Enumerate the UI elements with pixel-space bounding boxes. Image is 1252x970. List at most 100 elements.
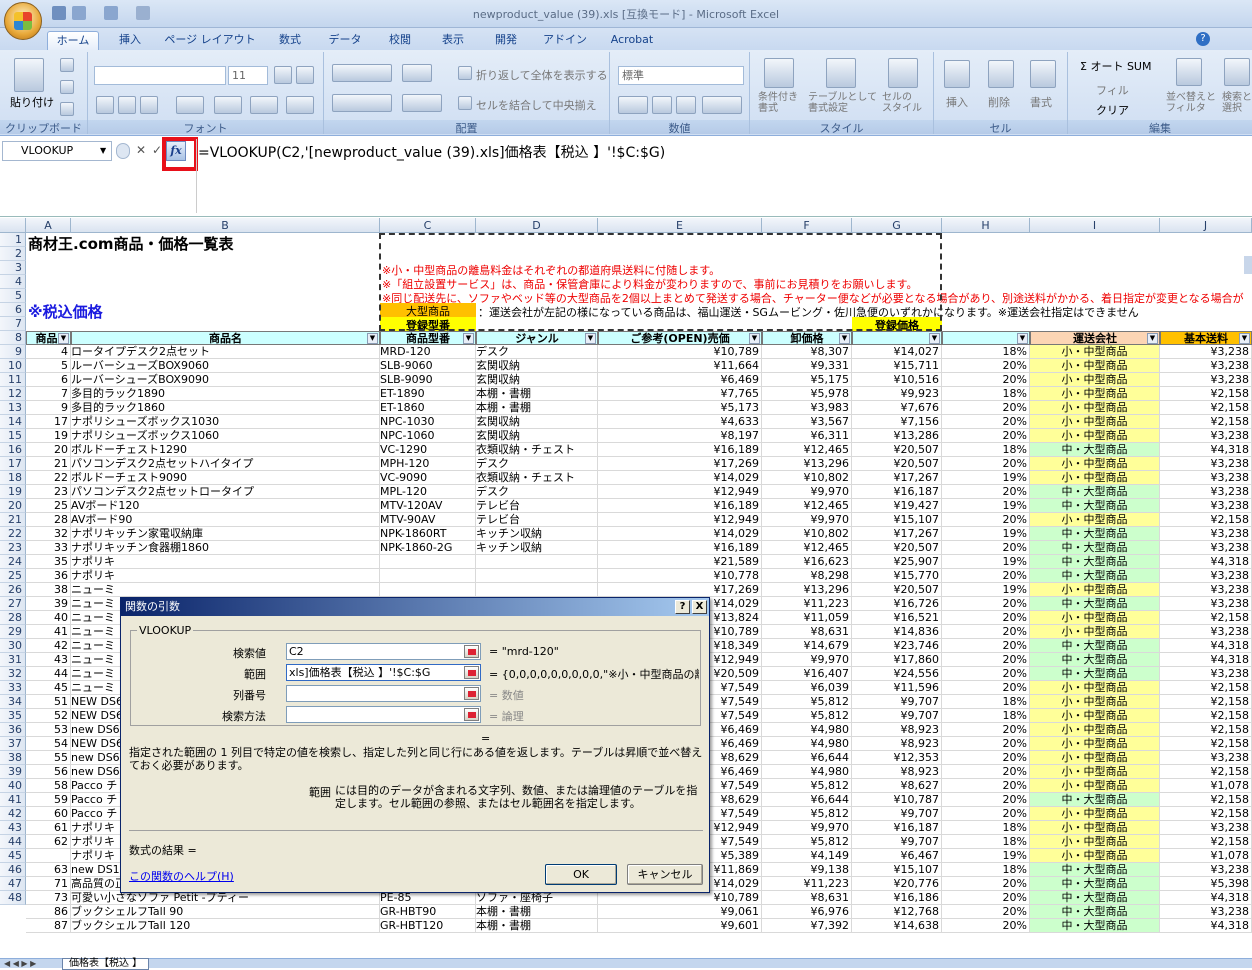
table-cell[interactable]: NPK-1860RT	[380, 527, 476, 541]
table-cell[interactable]: ¥19,427	[852, 499, 942, 513]
row-header[interactable]: 29	[0, 625, 26, 639]
table-cell[interactable]: ¥5,812	[762, 709, 852, 723]
help-icon[interactable]: ?	[1196, 32, 1210, 46]
column-header[interactable]: I	[1030, 218, 1160, 233]
table-cell[interactable]: 4	[26, 345, 71, 359]
delete-button[interactable]: 削除	[988, 94, 1010, 110]
table-cell[interactable]: ¥4,980	[762, 765, 852, 779]
table-cell[interactable]: AVボード120	[71, 499, 380, 513]
table-cell[interactable]: 小・中型商品	[1030, 709, 1160, 723]
table-cell[interactable]: 中・大型商品	[1030, 499, 1160, 513]
table-cell[interactable]: ¥12,465	[762, 443, 852, 457]
table-cell[interactable]: ¥16,623	[762, 555, 852, 569]
tab-insert[interactable]: 挿入	[110, 31, 150, 50]
table-cell[interactable]: 36	[26, 569, 71, 583]
table-cell[interactable]: ¥10,778	[598, 569, 762, 583]
grow-font-icon[interactable]	[274, 66, 292, 84]
table-cell[interactable]: ¥8,923	[852, 723, 942, 737]
collapse-dialog-icon[interactable]	[464, 687, 479, 700]
decimal-icon[interactable]	[702, 96, 742, 114]
vertical-align-icon[interactable]	[332, 64, 392, 82]
fill-button[interactable]: フィル	[1096, 82, 1129, 98]
table-header[interactable]: 商品名 ▼	[71, 331, 380, 345]
lookup-value-input[interactable]: C2	[286, 643, 481, 660]
table-cell[interactable]: 87	[26, 919, 71, 933]
wrap-text-icon[interactable]	[458, 66, 472, 80]
table-cell[interactable]: ¥4,149	[762, 849, 852, 863]
table-cell[interactable]: 玄関収納	[476, 429, 598, 443]
table-cell[interactable]: ¥16,407	[762, 667, 852, 681]
table-cell[interactable]: 58	[26, 779, 71, 793]
table-cell[interactable]: AVボード90	[71, 513, 380, 527]
row-header[interactable]: 21	[0, 513, 26, 527]
table-cell[interactable]: ¥2,158	[1160, 401, 1252, 415]
row-header[interactable]: 34	[0, 695, 26, 709]
table-cell[interactable]: 小・中型商品	[1030, 723, 1160, 737]
row-header[interactable]: 1	[0, 233, 26, 247]
table-cell[interactable]: ¥6,311	[762, 429, 852, 443]
row-header[interactable]: 8	[0, 331, 26, 345]
filter-dropdown-icon[interactable]: ▼	[749, 333, 760, 344]
table-cell[interactable]: 9	[26, 401, 71, 415]
table-cell[interactable]: ¥9,707	[852, 695, 942, 709]
function-help-link[interactable]: この関数のヘルプ(H)	[129, 868, 234, 884]
table-cell[interactable]: 小・中型商品	[1030, 849, 1160, 863]
table-cell[interactable]: 玄関収納	[476, 415, 598, 429]
table-cell[interactable]: 可愛い小さなソファ Petit -プティー	[71, 891, 380, 905]
table-header[interactable]: 商品I ▼	[26, 331, 71, 345]
table-cell[interactable]: 19%	[942, 583, 1030, 597]
table-cell[interactable]: 20%	[942, 919, 1030, 933]
row-header[interactable]: 9	[0, 345, 26, 359]
insert-button[interactable]: 挿入	[946, 94, 968, 110]
table-header[interactable]: 商品型番 ▼	[380, 331, 476, 345]
table-cell[interactable]: ボルドーチェスト9090	[71, 471, 380, 485]
table-cell[interactable]	[380, 583, 476, 597]
table-cell[interactable]: ¥10,789	[598, 345, 762, 359]
table-cell[interactable]: 本棚・書棚	[476, 905, 598, 919]
table-cell[interactable]: ¥17,269	[598, 583, 762, 597]
table-cell[interactable]: ¥12,465	[762, 499, 852, 513]
table-cell[interactable]: ¥4,318	[1160, 919, 1252, 933]
percent-icon[interactable]	[652, 96, 672, 114]
table-cell[interactable]: NPC-1030	[380, 415, 476, 429]
table-cell[interactable]: ¥16,186	[852, 891, 942, 905]
table-cell[interactable]: ¥9,331	[762, 359, 852, 373]
table-cell[interactable]: ¥4,318	[1160, 653, 1252, 667]
table-cell[interactable]: 40	[26, 611, 71, 625]
table-cell[interactable]: ¥16,189	[598, 443, 762, 457]
filter-dropdown-icon[interactable]: ▼	[58, 333, 69, 344]
row-header[interactable]: 12	[0, 387, 26, 401]
row-header[interactable]: 24	[0, 555, 26, 569]
office-button[interactable]	[4, 2, 42, 40]
table-cell[interactable]: ¥14,027	[852, 345, 942, 359]
table-cell[interactable]: ¥12,768	[852, 905, 942, 919]
table-cell[interactable]	[476, 583, 598, 597]
row-header[interactable]: 7	[0, 317, 26, 331]
table-cell[interactable]: ¥11,596	[852, 681, 942, 695]
table-format-button[interactable]: テーブルとして 書式設定	[808, 92, 877, 114]
currency-icon[interactable]	[618, 96, 648, 114]
table-cell[interactable]: ¥2,158	[1160, 723, 1252, 737]
table-cell[interactable]: ¥10,787	[852, 793, 942, 807]
delete-cells-icon[interactable]	[988, 60, 1014, 88]
table-cell[interactable]: ET-1890	[380, 387, 476, 401]
name-box[interactable]: VLOOKUP	[2, 141, 112, 161]
table-cell[interactable]: ¥15,107	[852, 513, 942, 527]
table-cell[interactable]: ¥2,158	[1160, 611, 1252, 625]
table-cell[interactable]: MRD-120	[380, 345, 476, 359]
table-cell[interactable]: ナポリキ	[71, 569, 380, 583]
table-cell[interactable]: ¥2,158	[1160, 737, 1252, 751]
collapse-dialog-icon[interactable]	[464, 708, 479, 721]
table-cell[interactable]: 86	[26, 905, 71, 919]
table-cell[interactable]: 18%	[942, 863, 1030, 877]
table-cell[interactable]: ¥20,776	[852, 877, 942, 891]
cell-style-icon[interactable]	[888, 58, 918, 88]
table-cell[interactable]: ¥9,601	[598, 919, 762, 933]
merge-center-button[interactable]: セルを結合して中央揃え	[476, 97, 597, 113]
table-cell[interactable]: 小・中型商品	[1030, 807, 1160, 821]
cell-style-button[interactable]: セルの スタイル	[882, 92, 922, 114]
table-format-icon[interactable]	[826, 58, 856, 88]
table-cell[interactable]: ¥6,976	[762, 905, 852, 919]
table-cell[interactable]: 20%	[942, 905, 1030, 919]
table-cell[interactable]: ¥25,907	[852, 555, 942, 569]
